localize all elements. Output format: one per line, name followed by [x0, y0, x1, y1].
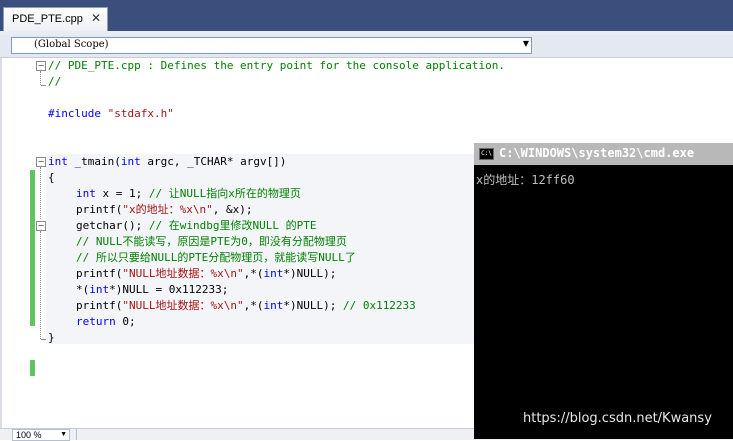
- zoom-dropdown[interactable]: 100 % ▼: [12, 429, 70, 441]
- outline-end-tick: [41, 339, 46, 340]
- code-line-comment-1: // NULL不能读写，原因是PTE为0，即没有分配物理页: [76, 235, 347, 248]
- console-title: C:\WINDOWS\system32\cmd.exe: [499, 146, 695, 160]
- chevron-down-icon[interactable]: ▼: [523, 39, 529, 48]
- console-output: x的地址：12ff60: [476, 173, 575, 187]
- navigation-bar: (Global Scope) ▼: [0, 35, 733, 58]
- code-line-printf-null-1: printf("NULL地址数据：%x\n",*(int*)NULL);: [76, 267, 337, 280]
- cmd-icon[interactable]: C:\: [479, 148, 494, 160]
- code-line-printf-x: printf("x的地址：%x\n", &x);: [76, 203, 253, 216]
- code-line-open-brace: {: [48, 171, 55, 184]
- console-title-bar[interactable]: C:\ C:\WINDOWS\system32\cmd.exe: [474, 143, 733, 165]
- tab-pde-pte-cpp[interactable]: PDE_PTE.cpp ✕: [3, 7, 108, 32]
- code-line-getchar: getchar(); // 在windbg里修改NULL 的PTE: [76, 219, 317, 232]
- outline-line: [40, 167, 42, 219]
- scope-dropdown[interactable]: (Global Scope) ▼: [11, 37, 532, 54]
- code-line-2: //: [48, 75, 62, 88]
- outline-line: [40, 231, 42, 339]
- code-line-1: // PDE_PTE.cpp : Defines the entry point…: [48, 59, 505, 72]
- watermark-text: https://blog.csdn.net/Kwansy: [523, 411, 712, 426]
- status-divider: [76, 429, 77, 440]
- code-line-main: int _tmain(int argc, _TCHAR* argv[]): [48, 155, 287, 168]
- document-tab-strip: PDE_PTE.cpp ✕: [0, 0, 733, 32]
- minus-box-icon[interactable]: −: [36, 61, 46, 71]
- code-line-printf-null-2: printf("NULL地址数据：%x\n",*(int*)NULL); // …: [76, 299, 416, 312]
- tab-label: PDE_PTE.cpp: [12, 13, 83, 25]
- minus-box-icon[interactable]: −: [36, 157, 46, 167]
- code-line-include: #include "stdafx.h": [48, 107, 174, 120]
- console-window[interactable]: C:\ C:\WINDOWS\system32\cmd.exe x的地址：12f…: [474, 143, 733, 439]
- code-line-comment-2: // 所以只要给NULL的PTE分配物理页，就能读写NULL了: [76, 251, 356, 264]
- close-icon[interactable]: ✕: [89, 11, 103, 25]
- code-line-return: return 0;: [76, 315, 136, 328]
- outline-line: [40, 71, 42, 85]
- editor-left-border: [0, 58, 2, 428]
- scope-value: (Global Scope): [34, 39, 109, 50]
- changed-lines-marker: [30, 170, 35, 326]
- code-line-int-x: int x = 1; // 让NULL指向x所在的物理页: [76, 187, 301, 200]
- code-line-close-brace: }: [48, 331, 55, 344]
- outline-end-tick: [41, 85, 46, 86]
- code-line-assign-null: *(int*)NULL = 0x112233;: [76, 283, 229, 296]
- changed-lines-marker: [30, 360, 35, 376]
- minus-box-icon[interactable]: −: [36, 221, 46, 231]
